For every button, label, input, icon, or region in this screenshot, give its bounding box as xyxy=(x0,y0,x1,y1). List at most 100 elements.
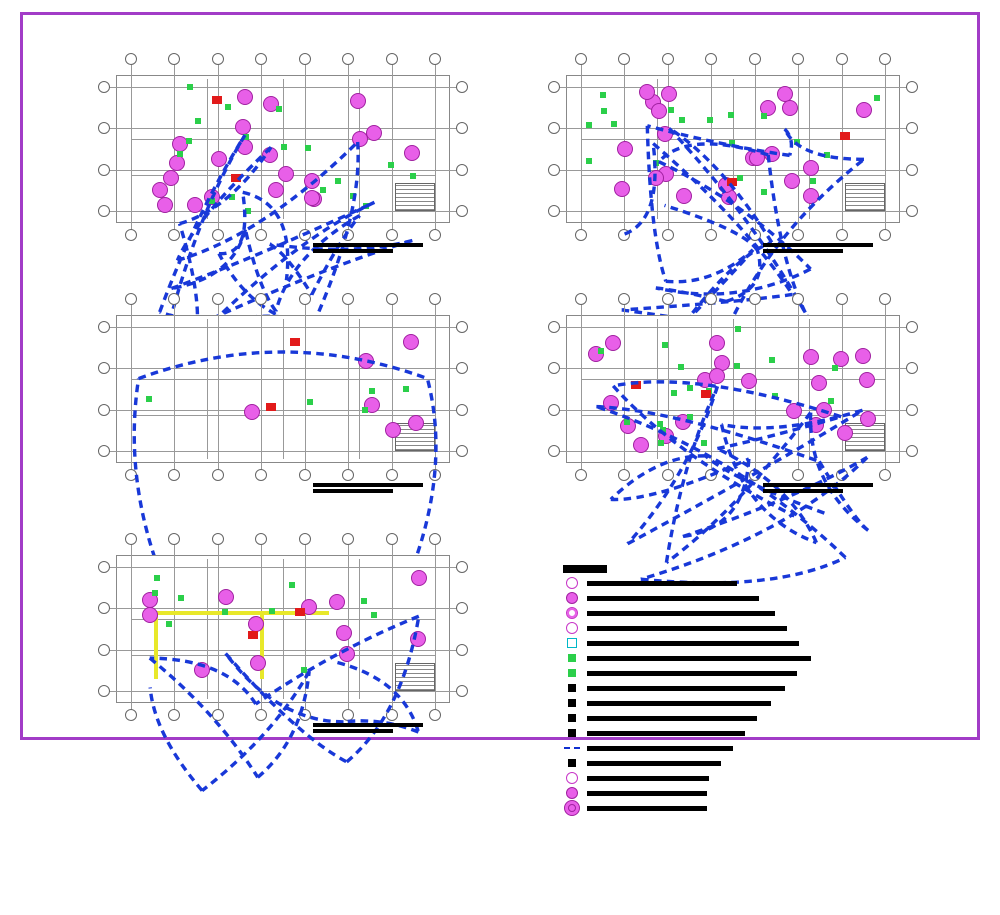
switch-icon xyxy=(601,108,607,114)
stair-icon xyxy=(845,183,885,211)
lighting-fixture-icon xyxy=(194,662,210,678)
grid-bubble xyxy=(879,53,891,65)
grid-line xyxy=(218,59,219,231)
legend-symbol-circle-outline-magenta xyxy=(563,772,581,784)
grid-bubble xyxy=(386,469,398,481)
grid-bubble xyxy=(662,293,674,305)
interior-wall xyxy=(283,559,284,699)
grid-bubble xyxy=(98,164,110,176)
grid-line xyxy=(348,59,349,231)
lighting-fixture-icon xyxy=(410,631,426,647)
switch-icon xyxy=(734,363,740,369)
interior-wall xyxy=(131,655,435,656)
switch-icon xyxy=(363,203,369,209)
grid-line xyxy=(131,539,132,711)
grid-bubble xyxy=(212,709,224,721)
switch-icon xyxy=(225,104,231,110)
legend-label: Fluorescent fixture xyxy=(587,641,799,646)
floor-plan-ground-b: GROUND FLOOR PLAN — POWER xyxy=(543,55,923,255)
legend-row: Telephone outlet xyxy=(563,787,823,799)
grid-bubble xyxy=(456,205,468,217)
plan-title: ROOF DECK PLAN — LIGHTING xyxy=(313,723,423,727)
lighting-fixture-icon xyxy=(408,415,424,431)
grid-bubble xyxy=(575,293,587,305)
grid-bubble xyxy=(548,122,560,134)
legend-symbol-square-black xyxy=(563,682,581,694)
legend-symbol-square-black xyxy=(563,727,581,739)
grid-bubble xyxy=(548,362,560,374)
lighting-fixture-icon xyxy=(268,182,284,198)
panelboard-icon xyxy=(266,403,276,411)
switch-icon xyxy=(679,117,685,123)
grid-bubble xyxy=(749,469,761,481)
grid-bubble xyxy=(575,53,587,65)
legend-block: Ceiling light outletPinlight / downlight… xyxy=(563,565,823,817)
switch-icon xyxy=(403,386,409,392)
grid-line xyxy=(842,299,843,471)
grid-bubble xyxy=(705,229,717,241)
interior-wall xyxy=(733,319,734,459)
grid-line xyxy=(392,539,393,711)
lighting-fixture-icon xyxy=(786,403,802,419)
grid-bubble xyxy=(548,321,560,333)
switch-icon xyxy=(761,113,767,119)
interior-wall xyxy=(359,319,360,459)
plan-subtitle-bar xyxy=(313,489,393,493)
lighting-fixture-icon xyxy=(403,334,419,350)
grid-bubble xyxy=(386,229,398,241)
grid-bubble xyxy=(749,293,761,305)
legend-label: Telephone outlet xyxy=(587,791,707,796)
lighting-fixture-icon xyxy=(808,417,824,433)
interior-wall xyxy=(207,559,208,699)
legend-label: Circuit home run to panel xyxy=(587,746,733,751)
panelboard-icon xyxy=(631,381,641,389)
legend-label: Range outlet xyxy=(587,731,745,736)
grid-line xyxy=(435,539,436,711)
lighting-fixture-icon xyxy=(250,655,266,671)
grid-bubble xyxy=(125,293,137,305)
switch-icon xyxy=(687,414,693,420)
grid-line xyxy=(885,299,886,471)
plan-subtitle-bar xyxy=(763,249,843,253)
lighting-fixture-icon xyxy=(633,437,649,453)
grid-line xyxy=(305,539,306,711)
grid-bubble xyxy=(548,404,560,416)
lighting-fixture-icon xyxy=(676,188,692,204)
grid-bubble xyxy=(98,81,110,93)
panelboard-icon xyxy=(212,96,222,104)
lighting-fixture-icon xyxy=(855,348,871,364)
grid-line xyxy=(624,299,625,471)
lighting-fixture-icon xyxy=(235,119,251,135)
legend-label: TV / cable outlet xyxy=(587,806,707,811)
lighting-fixture-icon xyxy=(709,335,725,351)
lighting-fixture-icon xyxy=(860,411,876,427)
legend-label: Wall light / bracket xyxy=(587,626,787,631)
switch-icon xyxy=(152,590,158,596)
grid-bubble xyxy=(98,445,110,457)
grid-bubble xyxy=(212,53,224,65)
grid-bubble xyxy=(548,445,560,457)
lighting-fixture-icon xyxy=(366,125,382,141)
grid-bubble xyxy=(386,709,398,721)
grid-bubble xyxy=(906,205,918,217)
legend-row: Ceiling fan w/ light xyxy=(563,607,823,619)
interior-wall xyxy=(581,175,885,176)
grid-bubble xyxy=(125,53,137,65)
grid-bubble xyxy=(548,81,560,93)
grid-bubble xyxy=(98,205,110,217)
lighting-fixture-icon xyxy=(605,335,621,351)
grid-bubble xyxy=(456,685,468,697)
interior-wall xyxy=(809,319,810,459)
grid-bubble xyxy=(342,469,354,481)
plan-subtitle-bar xyxy=(763,489,843,493)
legend-symbol-green-dot xyxy=(563,667,581,679)
legend-row: Junction / pull box xyxy=(563,772,823,784)
grid-bubble xyxy=(212,469,224,481)
grid-bubble xyxy=(662,469,674,481)
grid-bubble xyxy=(792,469,804,481)
lighting-fixture-icon xyxy=(404,145,420,161)
lighting-fixture-icon xyxy=(339,646,355,662)
panelboard-icon xyxy=(290,338,300,346)
grid-bubble xyxy=(212,533,224,545)
grid-bubble xyxy=(212,229,224,241)
